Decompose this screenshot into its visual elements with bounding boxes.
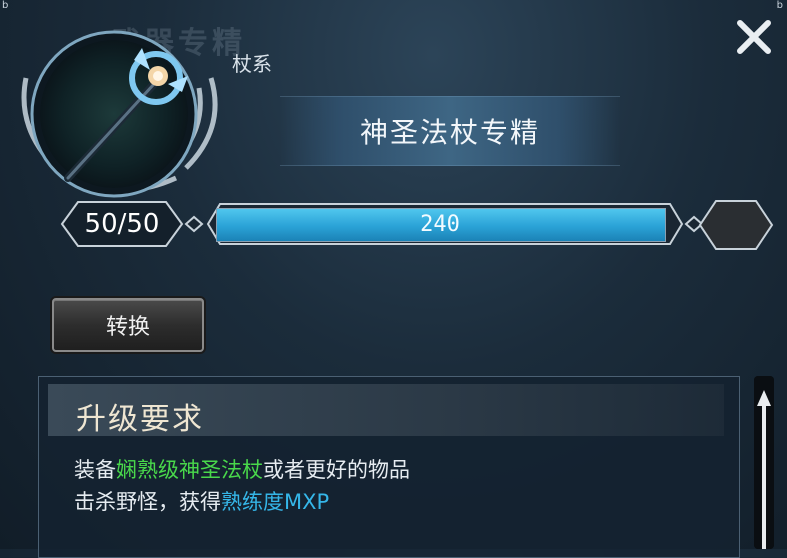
requirement-line-kill: 击杀野怪，获得熟练度MXP	[74, 486, 329, 516]
convert-button[interactable]: 转换	[52, 298, 204, 352]
corner-mark-right: b	[776, 0, 783, 11]
mastery-title-banner: 神圣法杖专精	[280, 96, 620, 166]
scrollbar[interactable]	[754, 376, 774, 549]
requirement-text: 装备	[74, 458, 116, 482]
mastery-title: 神圣法杖专精	[359, 116, 540, 149]
close-icon[interactable]	[733, 16, 775, 58]
mastery-level: 50/50	[84, 209, 160, 239]
requirement-line-equip: 装备娴熟级神圣法杖或者更好的物品	[74, 454, 410, 484]
requirement-item-highlight: 娴熟级神圣法杖	[116, 458, 263, 482]
requirement-mxp-highlight: 熟练度MXP	[221, 490, 330, 514]
corner-mark-left: b	[2, 0, 9, 11]
requirements-title: 升级要求	[76, 402, 204, 437]
progress-value: 240	[420, 211, 460, 237]
requirement-text: 击杀野怪，获得	[74, 490, 221, 514]
next-level-hex-icon	[698, 200, 774, 250]
requirement-text: 或者更好的物品	[263, 458, 410, 482]
weapon-emblem	[21, 30, 218, 198]
weapon-category: 杖系	[232, 52, 272, 76]
